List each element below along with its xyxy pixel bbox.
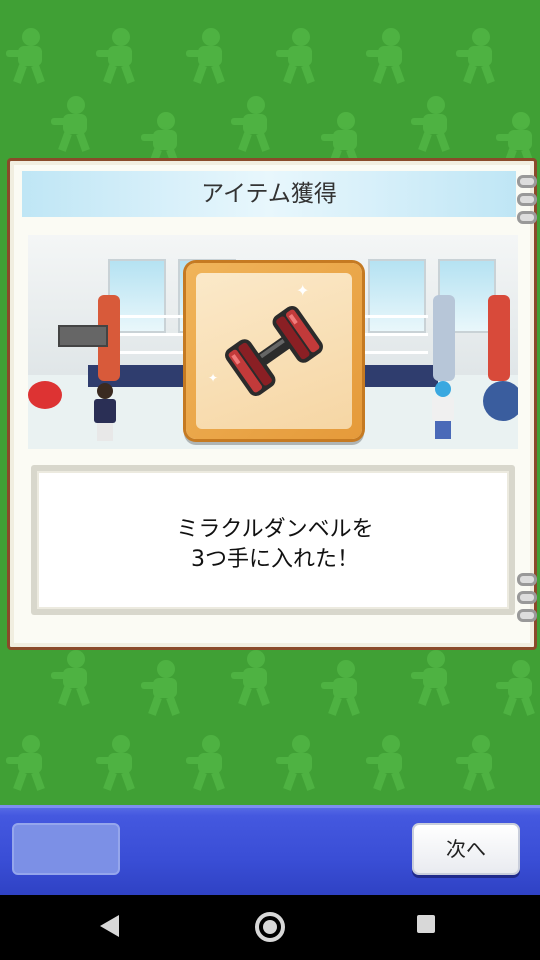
background-figure [96,28,144,84]
message-line-1: ミラクルダンベルを [176,517,374,542]
background-figure [276,28,324,84]
android-nav-bar [0,895,540,960]
background-figure [276,735,324,791]
dialog-title: アイテム獲得 [201,181,337,207]
item-acquired-dialog: アイテム獲得 ✦ ✦ ミラクルダンベルを 3つ手に入れた！ [7,158,537,650]
bottom-action-bar: 次へ [0,805,540,895]
background-figure [456,735,504,791]
binder-ring-icon [517,591,537,604]
background-figure [366,735,414,791]
background-figure [186,28,234,84]
background-figure [51,650,99,706]
background-figure [6,28,54,84]
punching-bag [488,295,510,381]
punching-bag [433,295,455,381]
background-figure [366,28,414,84]
background-figure [231,96,279,152]
exercise-ball [483,381,518,421]
back-icon[interactable] [100,915,119,937]
scoreboard [58,325,108,347]
background-figure [51,96,99,152]
next-button[interactable]: 次へ [412,823,520,875]
dialog-title-bar: アイテム獲得 [22,171,516,217]
message-text: ミラクルダンベルを 3つ手に入れた！ [39,515,511,575]
message-line-2: 3つ手に入れた！ [191,547,359,572]
background-figure [141,660,189,716]
binder-ring-icon [517,193,537,206]
background-figure [411,96,459,152]
background-figure [231,650,279,706]
background-figure [496,660,540,716]
binder-ring-icon [517,175,537,188]
message-box: ミラクルダンベルを 3つ手に入れた！ [31,465,515,615]
home-icon[interactable] [255,912,285,942]
background-figure [411,650,459,706]
player-character-left [90,383,120,441]
binder-ring-icon [517,211,537,224]
background-figure [456,28,504,84]
player-character-right [428,381,458,439]
background-figure [96,735,144,791]
dumbbell-icon [225,305,323,397]
recent-apps-icon[interactable] [417,915,435,933]
item-frame: ✦ ✦ [186,263,362,439]
background-figure [186,735,234,791]
binder-ring-icon [517,609,537,622]
background-figure [6,735,54,791]
background-figure [321,660,369,716]
binder-ring-icon [517,573,537,586]
left-empty-button [12,823,120,875]
boxing-glove-icon [28,381,62,409]
